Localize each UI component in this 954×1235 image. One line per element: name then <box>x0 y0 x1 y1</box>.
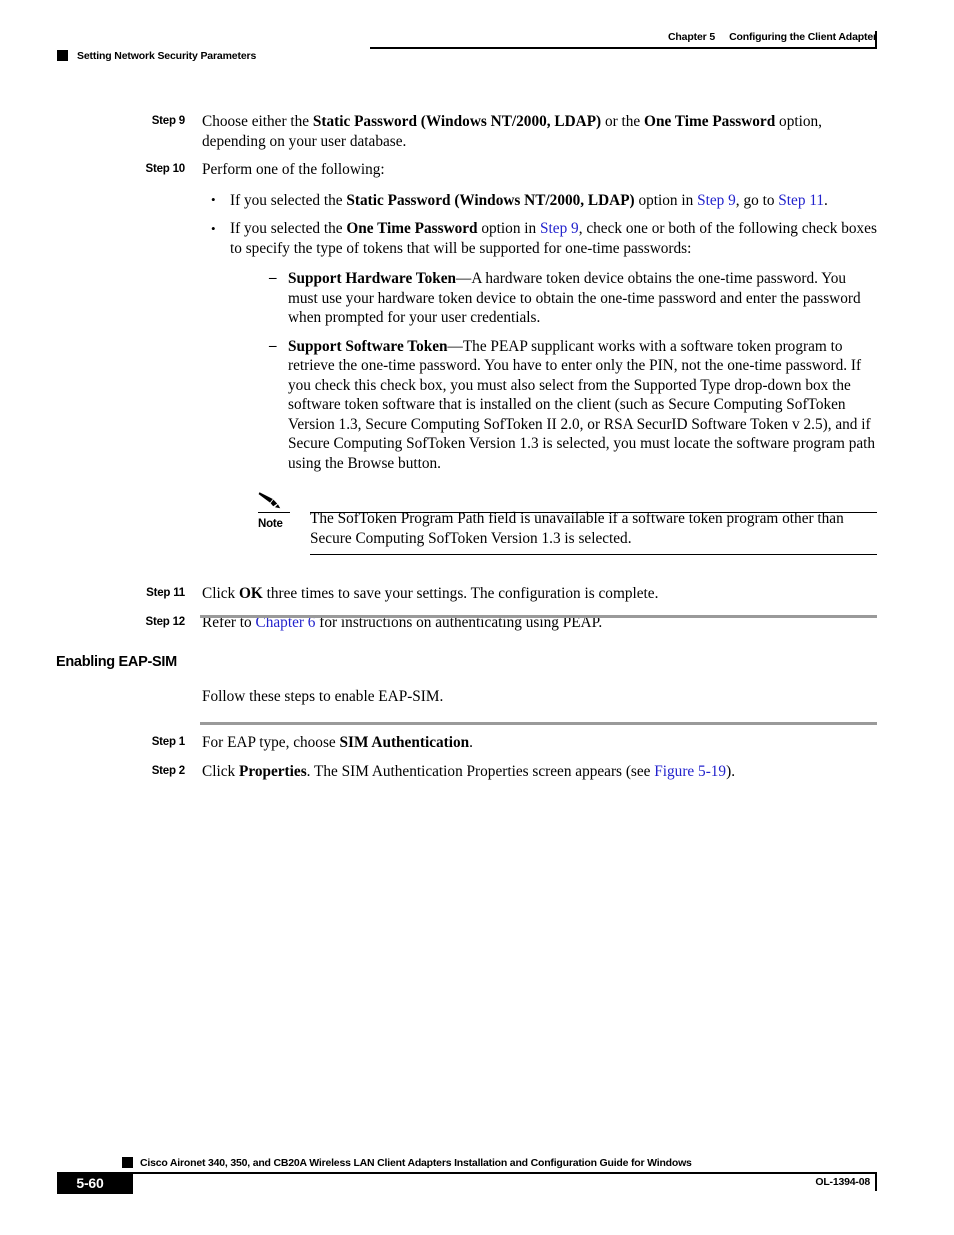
xref-figure-5-19[interactable]: Figure 5-19 <box>654 763 726 780</box>
section-divider-rule-top <box>200 615 877 618</box>
step-row-sim-1: Step 1 For EAP type, choose SIM Authenti… <box>0 733 954 753</box>
sim2-text-3: ). <box>726 762 736 780</box>
footer-right-tick <box>875 1173 878 1191</box>
step-body-11: Click OK three times to save your settin… <box>202 584 877 604</box>
header-chapter-number: Chapter 5 <box>667 31 716 43</box>
step11-text-2: three times to save your settings. The c… <box>262 585 659 602</box>
step-label-9: Step 9 <box>151 115 186 127</box>
page-footer: Cisco Aironet 340, 350, and CB20A Wirele… <box>0 1148 954 1208</box>
bullet1-bold-static-password: Static Password (Windows NT/2000, LDAP) <box>346 191 635 209</box>
step-label-12: Step 12 <box>145 615 185 628</box>
header-rule <box>370 47 877 49</box>
step-label-sim-2: Step 2 <box>151 764 186 777</box>
footer-doc-id: OL-1394-08 <box>815 1176 870 1188</box>
step-row-9: Step 9 Choose either the Static Password… <box>0 112 954 151</box>
step9-text-1: Choose either the <box>202 113 313 130</box>
list-item: If you selected the One Time Password op… <box>202 219 877 473</box>
note-block: Note The SofToken Program Path field is … <box>0 490 954 556</box>
section-divider-rule-bottom <box>200 722 877 725</box>
page-header: Chapter 5 Configuring the Client Adapter … <box>0 0 954 72</box>
sim2-text-2: . The SIM Authentication Properties scre… <box>306 762 655 780</box>
bullet2-text-2: option in <box>477 220 541 237</box>
dash1-bold-support-hardware-token: Support Hardware Token <box>288 270 457 287</box>
header-right-tick <box>875 31 878 49</box>
bullet1-text-1: If you selected the <box>230 191 347 209</box>
step-row-sim-2: Step 2 Click Properties. The SIM Authent… <box>0 762 954 782</box>
sim1-text-1: For EAP type, choose <box>202 734 340 751</box>
step11-text-1: Click <box>202 585 239 602</box>
sim1-bold-sim-authentication: SIM Authentication <box>339 734 470 751</box>
step9-bold-one-time-password: One Time Password <box>644 113 776 130</box>
step-body-sim-1: For EAP type, choose SIM Authentication. <box>202 733 877 753</box>
sim2-text-1: Click <box>202 762 239 780</box>
section-intro-text: Follow these steps to enable EAP-SIM. <box>202 688 444 705</box>
dash2-bold-support-software-token: Support Software Token <box>288 337 448 355</box>
header-chapter-line: Chapter 5 Configuring the Client Adapter <box>370 31 877 44</box>
footer-bullet-square-icon <box>122 1157 133 1168</box>
bullet1-text-2: option in <box>634 191 698 209</box>
dash2-text: —The PEAP supplicant works with a softwa… <box>288 337 876 472</box>
footer-guide-title: Cisco Aironet 340, 350, and CB20A Wirele… <box>140 1157 692 1169</box>
bullet2-bold-one-time-password: One Time Password <box>346 220 478 237</box>
step-label-sim-1: Step 1 <box>151 736 186 748</box>
header-bullet-square-icon <box>57 50 68 61</box>
bullet2-text-1: If you selected the <box>230 220 347 237</box>
step-body-9: Choose either the Static Password (Windo… <box>202 112 877 151</box>
footer-page-number: 5-60 <box>76 1175 104 1191</box>
step10-bullet-list: If you selected the Static Password (Win… <box>202 190 877 474</box>
step-label-11: Step 11 <box>146 587 185 599</box>
sim1-text-2: . <box>469 734 473 751</box>
step10-dash-list: Support Hardware Token—A hardware token … <box>230 269 877 473</box>
page-content: Step 9 Choose either the Static Password… <box>0 112 954 641</box>
step-body-sim-2: Click Properties. The SIM Authentication… <box>202 762 877 782</box>
note-text: The SofToken Program Path field is unava… <box>310 510 844 547</box>
step9-text-2: or the <box>601 113 645 130</box>
bullet1-text-4: . <box>824 191 828 209</box>
step-row-11: Step 11 Click OK three times to save you… <box>0 584 954 604</box>
sim2-bold-properties: Properties <box>238 762 307 780</box>
xref-step-9-b[interactable]: Step 9 <box>540 220 579 237</box>
pencil-icon <box>258 490 284 510</box>
step-body-10: Perform one of the following: <box>202 161 385 178</box>
xref-step-9-a[interactable]: Step 9 <box>697 192 736 209</box>
footer-rule <box>122 1172 877 1174</box>
step-row-10: Step 10 Perform one of the following: If… <box>0 160 954 473</box>
header-running-head: Setting Network Security Parameters <box>77 50 257 62</box>
section-steps-block: Step 1 For EAP type, choose SIM Authenti… <box>0 733 954 790</box>
note-label: Note <box>258 518 283 530</box>
step9-bold-static-password: Static Password (Windows NT/2000, LDAP) <box>312 113 602 130</box>
xref-step-11[interactable]: Step 11 <box>778 192 824 209</box>
note-rule-bottom <box>310 554 877 556</box>
step-label-10: Step 10 <box>145 163 185 175</box>
step11-bold-ok: OK <box>238 585 263 602</box>
list-item: If you selected the Static Password (Win… <box>202 190 877 211</box>
bullet1-text-3: , go to <box>735 191 779 209</box>
header-chapter-title: Configuring the Client Adapter <box>729 31 877 43</box>
note-rule-left <box>258 512 290 514</box>
page-title: Enabling EAP-SIM <box>56 654 177 670</box>
list-item: Support Hardware Token—A hardware token … <box>259 269 877 328</box>
section-intro-block: Follow these steps to enable EAP-SIM. <box>0 687 954 716</box>
list-item: Support Software Token—The PEAP supplica… <box>259 337 877 474</box>
